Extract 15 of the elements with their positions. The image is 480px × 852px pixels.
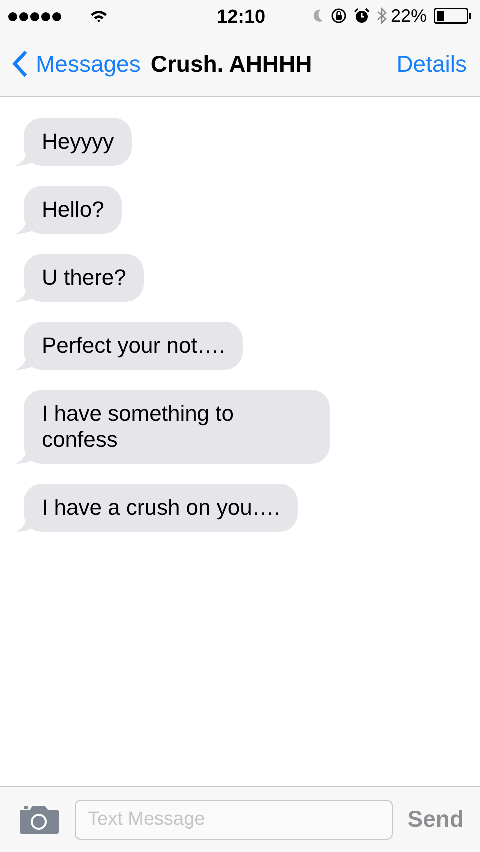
details-button[interactable]: Details — [396, 46, 480, 82]
battery-percentage: 22% — [390, 4, 427, 28]
alarm-icon — [354, 8, 370, 24]
moon-icon — [312, 9, 324, 23]
bluetooth-icon — [376, 7, 387, 25]
wifi-icon — [90, 10, 108, 22]
clock-time: 12:10 — [217, 6, 266, 30]
send-button[interactable]: Send — [408, 802, 464, 837]
rotation-lock-icon — [330, 8, 347, 24]
chevron-left-icon — [12, 50, 28, 78]
conversation-title: Crush. AHHHH — [150, 50, 312, 79]
signal-icon — [8, 12, 64, 22]
battery-icon — [434, 8, 472, 24]
back-button[interactable]: Messages — [0, 46, 141, 82]
camera-icon[interactable] — [20, 805, 59, 834]
